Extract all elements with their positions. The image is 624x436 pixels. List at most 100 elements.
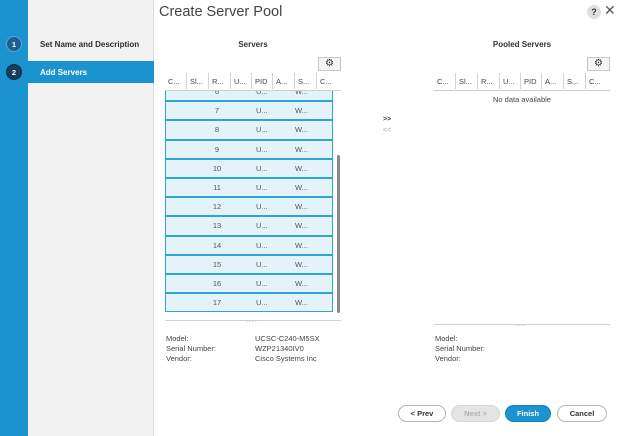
- row-w: W...: [295, 91, 308, 97]
- servers-serial-label: Serial Number:: [166, 344, 217, 353]
- servers-vendor-value: Cisco Systems Inc: [255, 354, 317, 363]
- table-row[interactable]: 7 U... W...: [165, 101, 333, 121]
- table-row[interactable]: 14 U... W...: [165, 235, 333, 255]
- servers-settings-button[interactable]: ⚙: [318, 57, 341, 71]
- table-row[interactable]: 12 U... W...: [165, 197, 333, 217]
- cancel-button[interactable]: Cancel: [557, 405, 607, 422]
- gear-icon: ⚙: [594, 58, 603, 69]
- row-w: W...: [295, 240, 308, 250]
- pooled-table-header: C... Sl... R... U... PID A... S... C...: [434, 73, 610, 89]
- row-w: W...: [295, 183, 308, 193]
- pooled-col-header[interactable]: C...: [434, 73, 456, 89]
- row-id: 16: [212, 278, 222, 288]
- row-id: 11: [213, 183, 221, 193]
- servers-col-header[interactable]: Sl...: [187, 73, 209, 89]
- servers-col-header[interactable]: S...: [295, 73, 317, 89]
- table-row[interactable]: 9 U... W...: [165, 139, 333, 159]
- servers-serial-value: WZP21340IV0: [255, 344, 304, 353]
- servers-scrollbar[interactable]: [337, 155, 340, 313]
- row-id: 15: [212, 259, 222, 269]
- row-u: U...: [256, 240, 268, 250]
- table-row[interactable]: 15 U... W...: [165, 254, 333, 274]
- row-w: W...: [295, 202, 308, 212]
- table-row[interactable]: 13 U... W...: [165, 216, 333, 236]
- wizard-sidebar: 1 Set Name and Description 2 Add Servers: [6, 0, 154, 436]
- close-icon[interactable]: ✕: [604, 3, 616, 17]
- servers-table-header: C... Sl... R... U... PID A... S... C...: [165, 73, 341, 89]
- pooled-servers-title: Pooled Servers: [492, 40, 552, 49]
- row-id: 8: [214, 125, 220, 135]
- servers-col-header[interactable]: C...: [317, 73, 341, 89]
- row-w: W...: [295, 163, 308, 173]
- next-button[interactable]: Next >: [451, 405, 500, 422]
- servers-title: Servers: [238, 40, 268, 49]
- pooled-col-header[interactable]: Sl...: [456, 73, 478, 89]
- row-u: U...: [256, 106, 268, 116]
- help-icon[interactable]: ?: [587, 5, 601, 19]
- row-id: 17: [212, 298, 222, 308]
- servers-vendor-label: Vendor:: [166, 354, 192, 363]
- step-2-label: Add Servers: [40, 67, 88, 77]
- pooled-col-header[interactable]: C...: [586, 73, 610, 89]
- servers-col-header[interactable]: PID: [252, 73, 273, 89]
- row-id: 7: [214, 106, 220, 116]
- row-w: W...: [295, 125, 308, 135]
- row-w: W...: [295, 144, 308, 154]
- table-row[interactable]: 8 U... W...: [165, 120, 333, 140]
- add-to-pool-button[interactable]: >>: [383, 116, 391, 123]
- dialog-title: Create Server Pool: [159, 4, 283, 20]
- row-id: 12: [212, 202, 222, 212]
- step-1-label: Set Name and Description: [40, 39, 140, 49]
- wizard-step-add-servers[interactable]: 2 Add Servers: [6, 61, 154, 83]
- table-row[interactable]: 16 U... W...: [165, 273, 333, 294]
- servers-table-body: 6 U... W... 7 U... W... 8 U... W... 9 U... W... 10 U.…: [165, 91, 341, 317]
- table-row[interactable]: 10 U... W...: [165, 158, 333, 178]
- step-1-badge: 1: [6, 36, 22, 52]
- row-u: U...: [256, 163, 268, 173]
- servers-resize-grip[interactable]: ....: [246, 317, 258, 324]
- row-w: W...: [295, 259, 308, 269]
- servers-model-value: UCSC-C240-M5SX: [255, 334, 320, 343]
- pooled-vendor-label: Vendor:: [435, 354, 461, 363]
- row-u: U...: [256, 202, 268, 212]
- table-row[interactable]: 6 U... W...: [165, 91, 333, 102]
- pooled-resize-grip[interactable]: ....: [515, 321, 527, 328]
- servers-col-header[interactable]: U...: [231, 73, 252, 89]
- row-w: W...: [295, 106, 308, 116]
- servers-model-label: Model:: [166, 334, 189, 343]
- row-u: U...: [256, 278, 268, 288]
- row-u: U...: [256, 221, 268, 231]
- servers-col-header[interactable]: C...: [165, 73, 187, 89]
- row-u: U...: [256, 298, 268, 308]
- row-id: 10: [212, 163, 222, 173]
- finish-button[interactable]: Finish: [505, 405, 551, 422]
- pooled-header-divider: [434, 90, 610, 91]
- servers-col-header[interactable]: R...: [209, 73, 231, 89]
- prev-button[interactable]: < Prev: [398, 405, 446, 422]
- pooled-empty-message: No data available: [493, 95, 551, 104]
- pooled-col-header[interactable]: R...: [478, 73, 500, 89]
- remove-from-pool-button[interactable]: <<: [383, 127, 391, 134]
- wizard-step-set-name[interactable]: 1 Set Name and Description: [6, 33, 154, 55]
- pooled-col-header[interactable]: PID: [521, 73, 542, 89]
- row-id: 13: [212, 221, 222, 231]
- row-w: W...: [295, 221, 308, 231]
- pooled-serial-label: Serial Number:: [435, 344, 486, 353]
- pooled-col-header[interactable]: A...: [542, 73, 564, 89]
- pooled-settings-button[interactable]: ⚙: [587, 57, 610, 71]
- row-id: 14: [212, 240, 222, 250]
- row-u: U...: [256, 91, 268, 97]
- pooled-model-label: Model:: [435, 334, 458, 343]
- pooled-col-header[interactable]: S...: [564, 73, 586, 89]
- row-u: U...: [256, 183, 268, 193]
- row-u: U...: [256, 144, 268, 154]
- pooled-col-header[interactable]: U...: [500, 73, 521, 89]
- row-id: 9: [214, 144, 220, 154]
- row-id: 6: [214, 91, 220, 97]
- row-w: W...: [295, 278, 308, 288]
- row-u: U...: [256, 125, 268, 135]
- step-2-badge: 2: [6, 64, 22, 80]
- table-row[interactable]: 11 U... W...: [165, 177, 333, 198]
- table-row[interactable]: 17 U... W...: [165, 293, 333, 313]
- servers-col-header[interactable]: A...: [273, 73, 295, 89]
